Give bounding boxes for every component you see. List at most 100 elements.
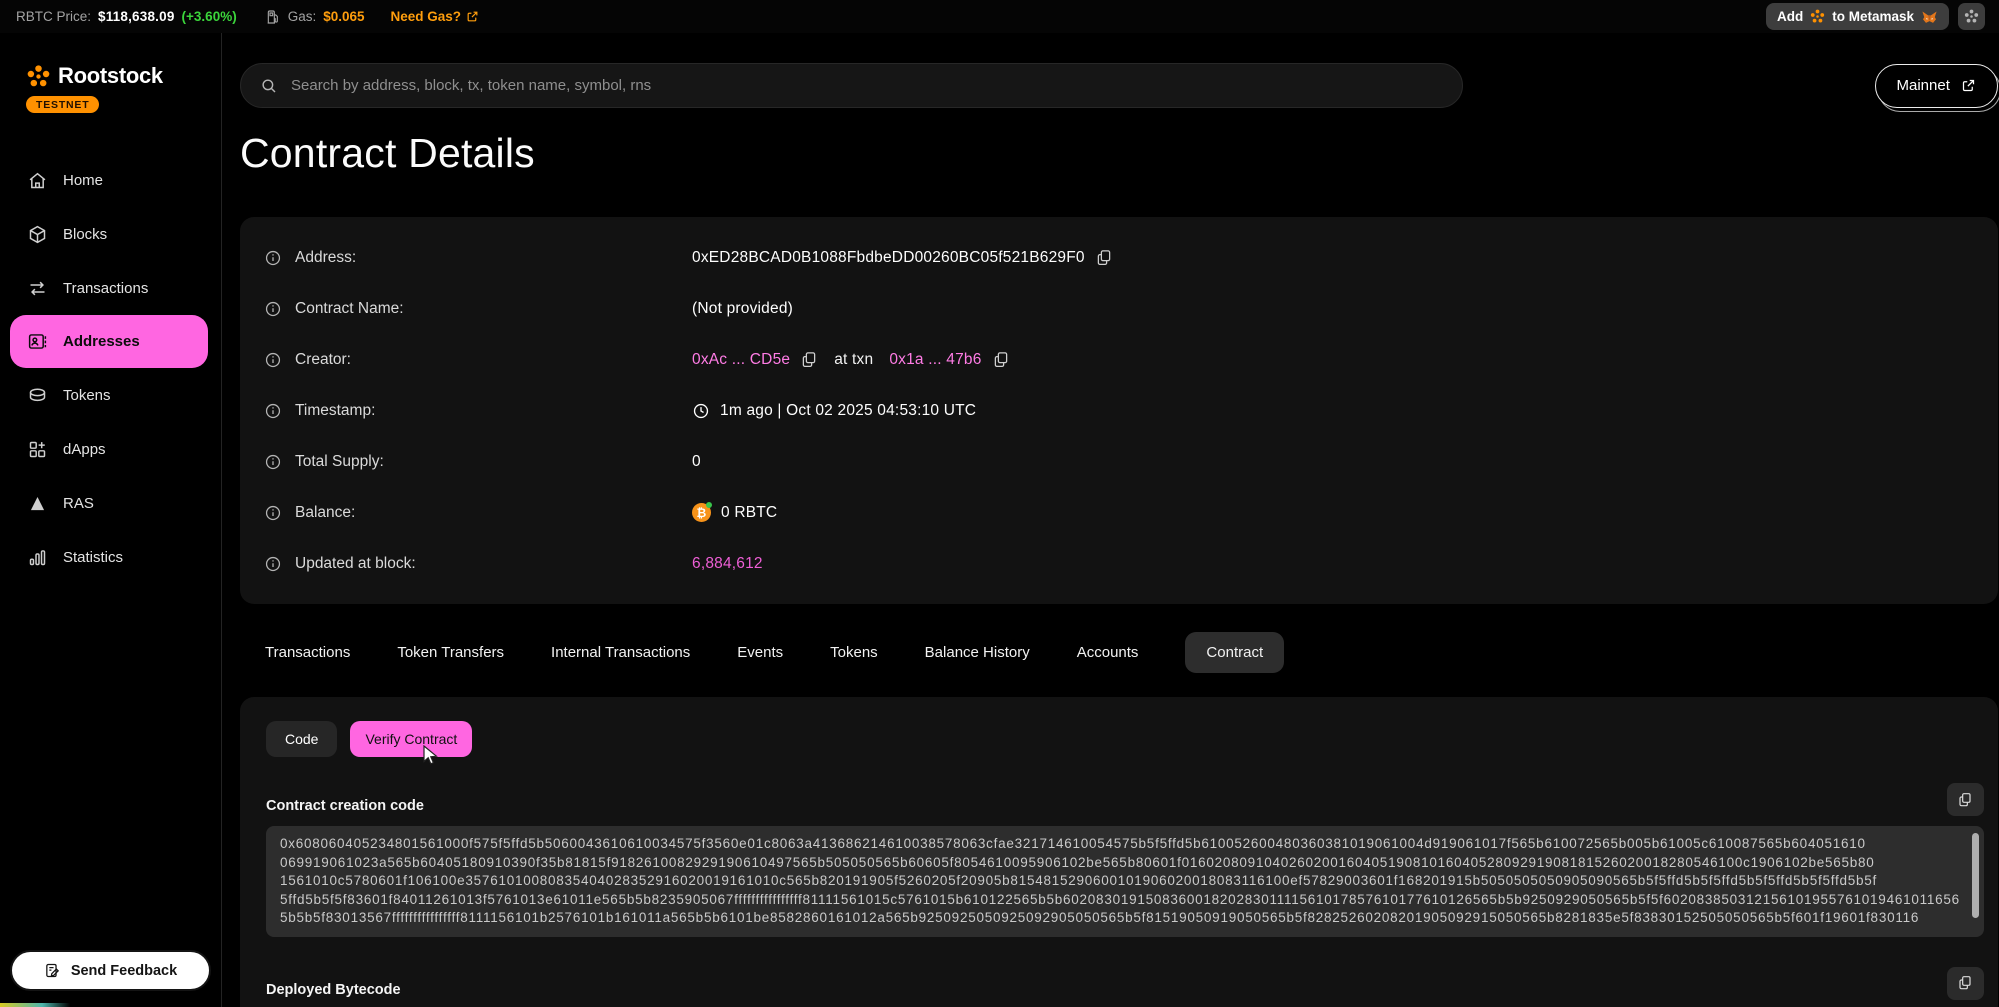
- info-icon[interactable]: [264, 249, 282, 267]
- creation-code-label: Contract creation code: [266, 798, 424, 816]
- creator-tx-link[interactable]: 0x1a ... 47b6: [889, 351, 981, 369]
- tab-contract[interactable]: Contract: [1185, 632, 1284, 673]
- sidebar-item-tokens[interactable]: Tokens: [0, 368, 221, 422]
- info-icon[interactable]: [264, 300, 282, 318]
- network-switcher-button[interactable]: Mainnet: [1875, 64, 1998, 108]
- price-value: $118,638.09: [98, 9, 175, 24]
- contract-details-card: Address: 0xED28BCAD0B1088FbdbeDD00260BC0…: [240, 217, 1998, 604]
- sidebar: Rootstock TESTNET Home Blocks Transacti: [0, 33, 222, 1007]
- sidebar-item-dapps[interactable]: dApps: [0, 422, 221, 476]
- address-tabs: Transactions Token Transfers Internal Tr…: [240, 632, 1998, 673]
- updated-block-link[interactable]: 6,884,612: [692, 555, 763, 573]
- total-supply-label: Total Supply:: [295, 453, 384, 471]
- tab-balance-history[interactable]: Balance History: [925, 632, 1030, 673]
- tab-events[interactable]: Events: [737, 632, 783, 673]
- clock-icon: [692, 402, 710, 420]
- sidebar-item-home[interactable]: Home: [0, 153, 221, 207]
- tab-accounts[interactable]: Accounts: [1077, 632, 1139, 673]
- send-feedback-label: Send Feedback: [71, 963, 177, 979]
- sidebar-nav: Home Blocks Transactions Addresses: [0, 153, 221, 584]
- detail-row-timestamp: Timestamp: 1m ago | Oct 02 2025 04:53:10…: [264, 385, 1974, 436]
- copy-bytecode-button[interactable]: [1947, 967, 1984, 1000]
- metamask-fox-icon: [1921, 9, 1938, 25]
- gas-value: $0.065: [323, 9, 364, 24]
- verify-contract-button[interactable]: Verify Contract: [350, 721, 472, 757]
- external-link-icon: [466, 10, 479, 23]
- search-input[interactable]: [291, 77, 1443, 94]
- sidebar-item-label: RAS: [63, 495, 94, 512]
- detail-row-updated-block: Updated at block: 6,884,612: [264, 538, 1974, 589]
- detail-row-creator: Creator: 0xAc ... CD5e at txn 0x1a ... 4…: [264, 334, 1974, 385]
- copy-icon[interactable]: [1095, 249, 1113, 267]
- send-feedback-button[interactable]: Send Feedback: [10, 950, 211, 991]
- to-metamask-label: to Metamask: [1832, 9, 1914, 24]
- creator-label: Creator:: [295, 351, 351, 369]
- grid-plus-icon: [27, 439, 48, 460]
- detail-row-address: Address: 0xED28BCAD0B1088FbdbeDD00260BC0…: [264, 232, 1974, 283]
- detail-row-contract-name: Contract Name: (Not provided): [264, 283, 1974, 334]
- tab-token-transfers[interactable]: Token Transfers: [397, 632, 504, 673]
- need-gas-label: Need Gas?: [391, 9, 462, 24]
- need-gas-link[interactable]: Need Gas?: [391, 9, 480, 24]
- creation-code-block: 0x608060405234801561000f575f5ffd5b506004…: [266, 826, 1984, 937]
- external-link-icon: [1961, 78, 1976, 93]
- updated-block-label: Updated at block:: [295, 555, 416, 573]
- search-bar: [240, 63, 1463, 108]
- topbar: RBTC Price: $118,638.09 (+3.60%) Gas: $0…: [0, 0, 1999, 33]
- copy-icon[interactable]: [800, 351, 818, 369]
- rootstock-flower-icon: [1964, 9, 1979, 24]
- main-content: Mainnet Contract Details Address: 0xED28…: [222, 33, 1999, 1007]
- address-value: 0xED28BCAD0B1088FbdbeDD00260BC05f521B629…: [692, 249, 1085, 267]
- code-line: 0x608060405234801561000f575f5ffd5b506004…: [280, 835, 1960, 854]
- triangle-icon: [27, 493, 48, 514]
- balance-label: Balance:: [295, 504, 355, 522]
- network-label: Mainnet: [1897, 77, 1950, 94]
- price-label: RBTC Price:: [16, 9, 91, 24]
- rootstock-flower-icon: [1810, 9, 1825, 24]
- deployed-bytecode-label: Deployed Bytecode: [266, 982, 401, 1000]
- sidebar-item-label: Tokens: [63, 387, 111, 404]
- price-change: (+3.60%): [182, 9, 237, 24]
- code-line: 1561010c5780601f106100e35761010080835404…: [280, 872, 1960, 891]
- rbtc-coin-icon: ₿: [692, 503, 711, 522]
- swap-arrows-icon: [27, 278, 48, 299]
- sidebar-item-transactions[interactable]: Transactions: [0, 261, 221, 315]
- sidebar-item-ras[interactable]: RAS: [0, 476, 221, 530]
- bar-chart-icon: [27, 547, 48, 568]
- info-icon[interactable]: [264, 402, 282, 420]
- cube-icon: [27, 224, 48, 245]
- code-line: 5b5b5f83013567ffffffffffffffff8111156101…: [280, 909, 1960, 928]
- at-txn-label: at txn: [834, 351, 873, 369]
- rootstock-icon-button[interactable]: [1958, 3, 1985, 30]
- info-icon[interactable]: [264, 504, 282, 522]
- rootstock-logo[interactable]: Rootstock: [0, 63, 221, 89]
- sidebar-item-label: Statistics: [63, 549, 123, 566]
- rootstock-flower-icon: [26, 64, 51, 89]
- tab-tokens[interactable]: Tokens: [830, 632, 878, 673]
- contract-name-value: (Not provided): [692, 300, 793, 318]
- page-title: Contract Details: [240, 130, 1998, 177]
- copy-creation-code-button[interactable]: [1947, 783, 1984, 816]
- home-icon: [27, 170, 48, 191]
- balance-value: 0 RBTC: [721, 504, 777, 522]
- sidebar-item-label: Addresses: [63, 333, 140, 350]
- detail-row-total-supply: Total Supply: 0: [264, 436, 1974, 487]
- gas-info: Gas: $0.065: [265, 9, 365, 25]
- info-icon[interactable]: [264, 351, 282, 369]
- sidebar-item-addresses[interactable]: Addresses: [10, 315, 208, 368]
- coin-icon: [27, 385, 48, 406]
- add-to-metamask-button[interactable]: Add to Metamask: [1766, 3, 1949, 30]
- copy-icon[interactable]: [992, 351, 1010, 369]
- creator-address-link[interactable]: 0xAc ... CD5e: [692, 351, 790, 369]
- sidebar-item-blocks[interactable]: Blocks: [0, 207, 221, 261]
- feedback-pencil-icon: [44, 962, 61, 979]
- info-icon[interactable]: [264, 555, 282, 573]
- tab-transactions[interactable]: Transactions: [265, 632, 350, 673]
- sidebar-item-label: Home: [63, 172, 103, 189]
- sidebar-item-statistics[interactable]: Statistics: [0, 530, 221, 584]
- info-icon[interactable]: [264, 453, 282, 471]
- scrollbar-thumb[interactable]: [1972, 833, 1979, 918]
- code-button[interactable]: Code: [266, 721, 337, 757]
- search-icon: [260, 77, 278, 95]
- tab-internal-transactions[interactable]: Internal Transactions: [551, 632, 690, 673]
